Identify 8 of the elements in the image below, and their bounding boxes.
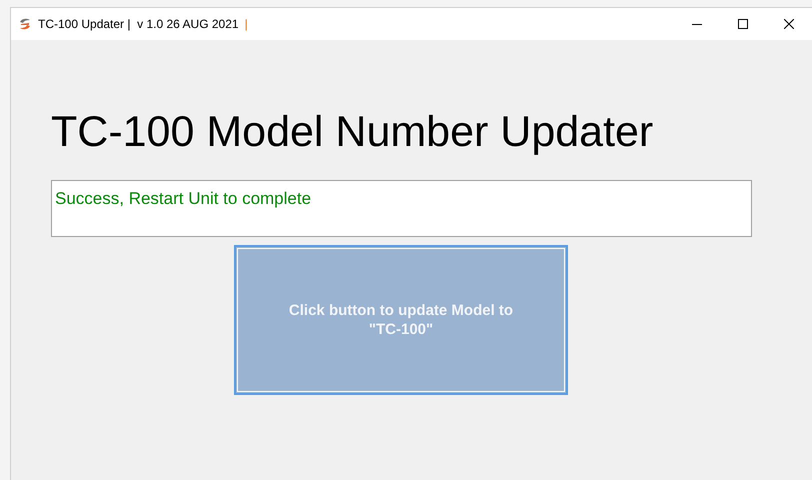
title-cursor: | xyxy=(244,16,248,33)
app-logo-icon xyxy=(18,17,32,31)
status-text: Success, Restart Unit to complete xyxy=(55,189,312,208)
close-icon xyxy=(784,19,794,29)
maximize-icon xyxy=(738,19,748,29)
window-title: TC-100 Updater | v 1.0 26 AUG 2021 xyxy=(38,16,239,33)
update-button[interactable]: Click button to update Model to "TC-100" xyxy=(234,245,568,395)
heading: TC-100 Model Number Updater xyxy=(51,107,654,157)
